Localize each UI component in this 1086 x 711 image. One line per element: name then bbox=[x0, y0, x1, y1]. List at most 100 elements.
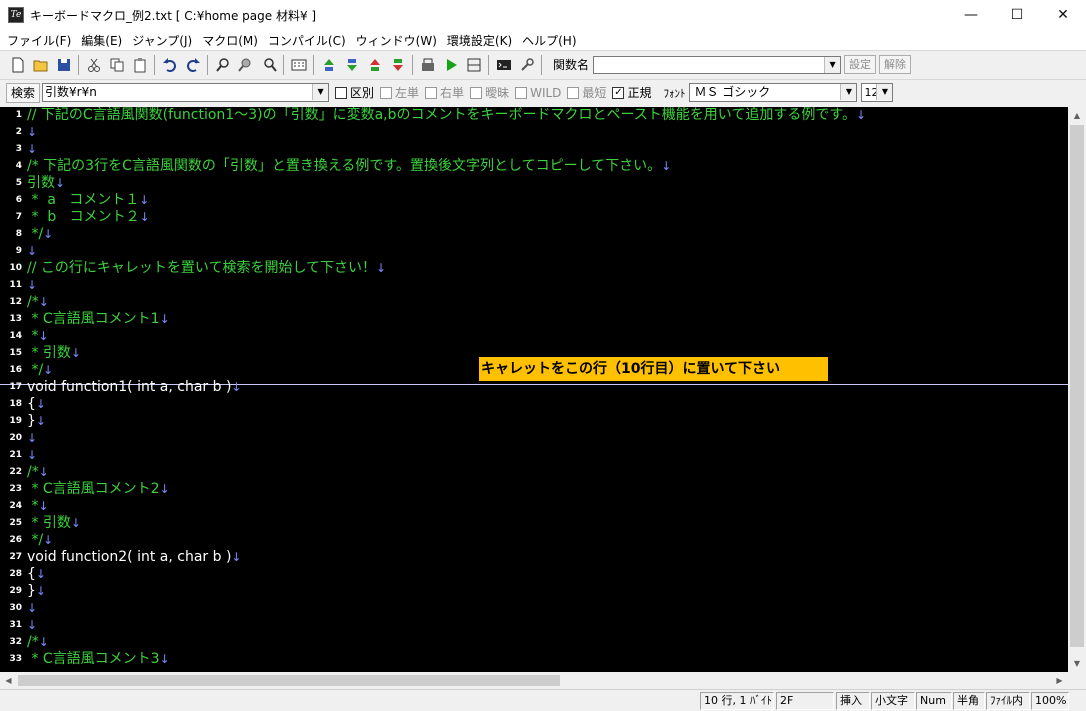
search-button[interactable]: 検索 bbox=[6, 82, 41, 103]
compile-icon[interactable] bbox=[416, 54, 439, 76]
jump-up-icon[interactable] bbox=[317, 54, 340, 76]
checkbox-right-word[interactable] bbox=[425, 86, 438, 99]
checkbox-case[interactable] bbox=[335, 86, 348, 99]
font-size-select[interactable]: 12 ▼ bbox=[861, 83, 894, 102]
editor-line[interactable]: 33 * C言語風コメント3↓ bbox=[0, 651, 1068, 668]
paste-icon[interactable] bbox=[128, 54, 151, 76]
editor-line[interactable]: 23 * C言語風コメント2↓ bbox=[0, 481, 1068, 498]
scroll-down-icon[interactable]: ▼ bbox=[1068, 655, 1086, 672]
vertical-scroll-thumb[interactable] bbox=[1070, 125, 1084, 647]
editor-line[interactable]: 5 引数↓ bbox=[0, 175, 1068, 192]
editor-line[interactable]: 11 ↓ bbox=[0, 277, 1068, 294]
editor-line[interactable]: 13 * C言語風コメント1↓ bbox=[0, 311, 1068, 328]
option-regex[interactable]: ✓ 正規 bbox=[612, 84, 651, 101]
option-wild[interactable]: WILD bbox=[515, 86, 561, 100]
set-button[interactable]: 設定 bbox=[844, 55, 877, 74]
menu-macro[interactable]: マクロ(M) bbox=[197, 32, 263, 49]
editor-line[interactable]: 21 ↓ bbox=[0, 447, 1068, 464]
run-icon[interactable] bbox=[439, 54, 462, 76]
app-icon[interactable]: Te bbox=[8, 7, 24, 23]
menu-settings[interactable]: 環境設定(K) bbox=[442, 32, 517, 49]
editor-line[interactable]: 4 /* 下記の3行をC言語風関数の「引数」と置き換える例です。置換後文字列として… bbox=[0, 158, 1068, 175]
horizontal-scroll-thumb[interactable] bbox=[18, 675, 560, 686]
chevron-down-icon[interactable]: ▼ bbox=[312, 84, 329, 100]
editor-line[interactable]: 18 {↓ bbox=[0, 396, 1068, 413]
editor-line[interactable]: 3 ↓ bbox=[0, 141, 1068, 158]
search-icon[interactable] bbox=[211, 54, 234, 76]
editor-line[interactable]: 27 void function2( int a, char b )↓ bbox=[0, 549, 1068, 566]
checkbox-shortest[interactable] bbox=[567, 86, 580, 99]
editor-line[interactable]: 2 ↓ bbox=[0, 124, 1068, 141]
status-insert-mode[interactable]: 挿入 bbox=[836, 692, 870, 710]
editor-line[interactable]: 8 */↓ bbox=[0, 226, 1068, 243]
open-folder-icon[interactable] bbox=[29, 54, 52, 76]
scroll-up-icon[interactable]: ▲ bbox=[1068, 107, 1086, 124]
editor-line[interactable]: 16 */↓ bbox=[0, 362, 1068, 379]
menu-help[interactable]: ヘルプ(H) bbox=[517, 32, 581, 49]
editor-line[interactable]: 26 */↓ bbox=[0, 532, 1068, 549]
status-scope[interactable]: ﾌｧｲﾙ内 bbox=[986, 692, 1030, 710]
search-input[interactable]: 引数¥r¥n ▼ bbox=[42, 83, 330, 102]
editor-line[interactable]: 28 {↓ bbox=[0, 566, 1068, 583]
menu-compile[interactable]: コンパイル(C) bbox=[263, 32, 351, 49]
clear-button[interactable]: 解除 bbox=[879, 55, 912, 74]
editor-line[interactable]: 7 * b コメント２↓ bbox=[0, 209, 1068, 226]
status-case[interactable]: 小文字 bbox=[871, 692, 915, 710]
chevron-down-icon[interactable]: ▼ bbox=[840, 84, 857, 100]
checkbox-fuzzy[interactable] bbox=[470, 86, 483, 99]
checkbox-wild[interactable] bbox=[515, 86, 528, 99]
chevron-down-icon[interactable]: ▼ bbox=[876, 84, 893, 100]
editor-line[interactable]: 19}↓ bbox=[0, 413, 1068, 430]
cut-icon[interactable] bbox=[82, 54, 105, 76]
undo-icon[interactable] bbox=[158, 54, 181, 76]
scroll-left-icon[interactable]: ◀ bbox=[0, 672, 17, 689]
horizontal-scrollbar[interactable]: ◀ ▶ bbox=[0, 672, 1068, 689]
editor-line[interactable]: 6 * a コメント１↓ bbox=[0, 192, 1068, 209]
editor-line[interactable]: 9 ↓ bbox=[0, 243, 1068, 260]
option-right-word[interactable]: 右単 bbox=[425, 84, 464, 101]
split-icon[interactable] bbox=[462, 54, 485, 76]
function-name-combo[interactable]: ▼ bbox=[593, 55, 842, 74]
console-icon[interactable] bbox=[492, 54, 515, 76]
mark-up-icon[interactable] bbox=[363, 54, 386, 76]
editor-line[interactable]: 12 /*↓ bbox=[0, 294, 1068, 311]
vertical-scrollbar[interactable]: ▲ ▼ bbox=[1068, 107, 1086, 672]
editor-line[interactable]: 22 /*↓ bbox=[0, 464, 1068, 481]
editor-line[interactable]: 1 // 下記のC言語風関数(function1～3)の「引数」に変数a,bのコメ… bbox=[0, 107, 1068, 124]
editor-line[interactable]: 14 *↓ bbox=[0, 328, 1068, 345]
option-left-word[interactable]: 左単 bbox=[380, 84, 419, 101]
search-next-icon[interactable] bbox=[257, 54, 280, 76]
editor-line[interactable]: 31 ↓ bbox=[0, 617, 1068, 634]
menu-jump[interactable]: ジャンプ(J) bbox=[127, 32, 197, 49]
search-prev-icon[interactable] bbox=[234, 54, 257, 76]
tool-icon[interactable] bbox=[515, 54, 538, 76]
status-zoom[interactable]: 100% bbox=[1031, 692, 1069, 710]
save-icon[interactable] bbox=[52, 54, 75, 76]
text-editor[interactable]: キャレットをこの行（10行目）に置いて下さい 1// 下記のC言語風関数(fun… bbox=[0, 107, 1068, 672]
editor-line[interactable]: 10 // この行にキャレットを置いて検索を開始して下さい！↓ bbox=[0, 260, 1068, 277]
editor-line[interactable]: 17 void function1( int a, char b )↓ bbox=[0, 379, 1068, 396]
chevron-down-icon[interactable]: ▼ bbox=[824, 56, 841, 73]
option-fuzzy[interactable]: 曖昧 bbox=[470, 84, 509, 101]
redo-icon[interactable] bbox=[181, 54, 204, 76]
macro-icon[interactable] bbox=[287, 54, 310, 76]
maximize-button[interactable]: ☐ bbox=[994, 0, 1040, 30]
jump-down-icon[interactable] bbox=[340, 54, 363, 76]
editor-line[interactable]: 20 ↓ bbox=[0, 430, 1068, 447]
editor-line[interactable]: 15 * 引数↓ bbox=[0, 345, 1068, 362]
option-shortest[interactable]: 最短 bbox=[567, 84, 606, 101]
minimize-button[interactable]: — bbox=[948, 0, 994, 30]
editor-line[interactable]: 24 *↓ bbox=[0, 498, 1068, 515]
editor-line[interactable]: 30 ↓ bbox=[0, 600, 1068, 617]
menu-window[interactable]: ウィンドウ(W) bbox=[351, 32, 442, 49]
close-button[interactable]: ✕ bbox=[1040, 0, 1086, 30]
menu-edit[interactable]: 編集(E) bbox=[76, 32, 127, 49]
editor-line[interactable]: 29}↓ bbox=[0, 583, 1068, 600]
checkbox-regex[interactable]: ✓ bbox=[612, 86, 625, 99]
scroll-right-icon[interactable]: ▶ bbox=[1051, 672, 1068, 689]
checkbox-left-word[interactable] bbox=[380, 86, 393, 99]
copy-icon[interactable] bbox=[105, 54, 128, 76]
menu-file[interactable]: ファイル(F) bbox=[2, 32, 76, 49]
option-case[interactable]: 区別 bbox=[335, 84, 374, 101]
new-file-icon[interactable] bbox=[6, 54, 29, 76]
